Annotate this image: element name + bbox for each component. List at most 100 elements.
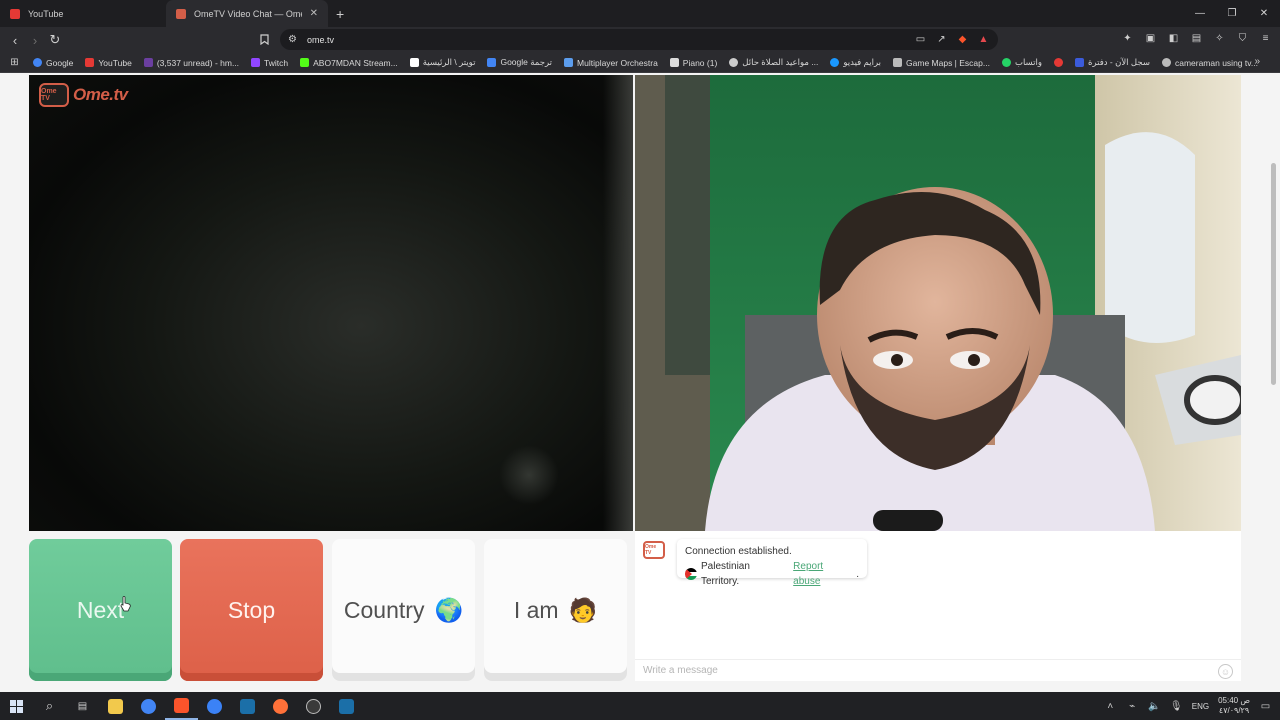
bookmark-mail[interactable]: (3,537 unread) - hm...: [138, 58, 245, 68]
share-icon[interactable]: ↗: [935, 33, 948, 46]
bookmark-orchestra[interactable]: Multiplayer Orchestra: [558, 58, 664, 68]
bookmark-red[interactable]: [1048, 58, 1069, 67]
stranger-video: Ome TV Ome.tv: [29, 75, 633, 531]
country-button[interactable]: Country 🌍: [332, 539, 475, 681]
page-scrollbar[interactable]: [1271, 163, 1276, 385]
clock[interactable]: 05:40 ص ٤٧/٠٩/٢٩: [1218, 696, 1250, 716]
bookmark-label: Google: [46, 57, 74, 68]
window-controls: — ❐ ✕: [1184, 0, 1280, 27]
bookmark-gamemaps[interactable]: Game Maps | Escap...: [887, 58, 996, 68]
bookmark-label: ABO7MDAN Stream...: [313, 57, 398, 68]
chrome-button[interactable]: [132, 692, 165, 720]
bookmark-prayer[interactable]: مواعيد الصلاة حائل ...: [723, 57, 824, 68]
bookmark-youtube[interactable]: YouTube: [79, 58, 137, 68]
chat-panel: Ome TV Connection established. Palestini…: [635, 531, 1241, 681]
reload-icon[interactable]: ↻: [45, 30, 65, 50]
bookmark-whatsapp[interactable]: واتساب: [996, 57, 1048, 68]
bookmark-prime[interactable]: برايم فيديو: [824, 57, 887, 68]
ometv-wordmark: Ome.tv: [73, 85, 128, 104]
start-button[interactable]: [0, 692, 33, 720]
volume-icon[interactable]: 🔈: [1148, 700, 1161, 713]
bookmark-translate[interactable]: Google ترجمة: [481, 57, 558, 68]
brave-shield-icon[interactable]: ◆: [956, 33, 969, 46]
close-window-button[interactable]: ✕: [1248, 0, 1280, 27]
translate-icon: [487, 58, 497, 67]
firefox-button[interactable]: [264, 692, 297, 720]
system-message: Connection established. Palestinian Terr…: [677, 539, 867, 587]
clock-time: 05:40 ص: [1218, 696, 1250, 705]
address-bar[interactable]: ⚙ ome.tv ▭ ↗ ◆ ▲: [280, 29, 998, 50]
bookmark-piano[interactable]: Piano (1): [664, 58, 724, 68]
restore-button[interactable]: ❐: [1216, 0, 1248, 27]
message-input[interactable]: Write a message ☺: [635, 659, 1241, 681]
steam-2-button[interactable]: [330, 692, 363, 720]
bookmark-label: (3,537 unread) - hm...: [156, 57, 240, 68]
new-tab-button[interactable]: +: [336, 6, 344, 22]
bookmark-label: cameraman using tv...: [1174, 57, 1258, 68]
bookmark-kick[interactable]: ABO7MDAN Stream...: [294, 58, 404, 68]
leo-ai-icon[interactable]: ✧: [1213, 32, 1226, 45]
extension-icons: ✦ ▣ ◧ ▤ ✧ ⛉ ≡: [1121, 32, 1272, 45]
minimize-button[interactable]: —: [1184, 0, 1216, 27]
vpn-icon[interactable]: ⛉: [1236, 32, 1249, 45]
search-icon: ⌕: [45, 698, 54, 713]
video-light-spot: [499, 445, 559, 505]
extensions-icon[interactable]: ✦: [1121, 32, 1134, 45]
back-arrow-icon[interactable]: ‹: [5, 30, 25, 50]
network-icon[interactable]: ⌁: [1126, 700, 1139, 713]
tab-search-icon[interactable]: ▣: [1144, 32, 1157, 45]
chevron-up-icon[interactable]: ˄: [1104, 700, 1117, 713]
notifications-icon[interactable]: ▭: [1259, 700, 1272, 713]
search-button[interactable]: ⌕: [33, 692, 66, 720]
bookmark-label: سجل الآن - دفترة: [1087, 57, 1150, 67]
menu-icon[interactable]: ≡: [1259, 32, 1272, 45]
bookmark-label: Multiplayer Orchestra: [577, 57, 658, 68]
site-info-icon[interactable]: ⚙: [286, 33, 299, 46]
forward-arrow-icon[interactable]: ›: [25, 30, 45, 50]
url-text: ome.tv: [307, 34, 335, 45]
bookmark-twitch[interactable]: Twitch: [245, 58, 294, 68]
sidebar-icon[interactable]: ◧: [1167, 32, 1180, 45]
daftra-icon: [1074, 58, 1084, 67]
bookmark-cameraman[interactable]: cameraman using tv...: [1156, 58, 1264, 68]
bookmark-x[interactable]: تويتر \ الرئيسية: [404, 57, 482, 68]
globe-icon: 🌍: [434, 596, 464, 623]
stop-button[interactable]: Stop: [180, 539, 323, 681]
tab-title: OmeTV Video Chat — Omegl: [194, 8, 302, 19]
globe-icon: [729, 58, 739, 67]
bookmark-icon[interactable]: [258, 33, 271, 46]
bookmark-label: مواعيد الصلاة حائل ...: [742, 57, 819, 67]
brave-button[interactable]: [165, 692, 198, 720]
bookmark-daftra[interactable]: سجل الآن - دفترة: [1069, 57, 1156, 68]
app-blue-button[interactable]: [198, 692, 231, 720]
stop-label: Stop: [227, 596, 276, 623]
brave-icon: [174, 697, 189, 713]
file-explorer-button[interactable]: [99, 692, 132, 720]
language-indicator[interactable]: ENG: [1192, 702, 1209, 711]
apps-grid-icon[interactable]: ⊞: [8, 56, 21, 69]
browser-toolbar: ‹ › ↻ ⚙ ome.tv ▭ ↗ ◆ ▲ ✦ ▣ ◧ ▤ ✧ ⛉ ≡: [0, 27, 1280, 53]
gender-button[interactable]: I am 🧑: [484, 539, 627, 681]
task-view-button[interactable]: ▤: [66, 692, 99, 720]
more-bookmarks-button[interactable]: »: [1254, 56, 1260, 67]
microphone-icon[interactable]: 🎙: [1170, 700, 1183, 713]
bookmark-google[interactable]: Google: [27, 58, 79, 68]
obs-button[interactable]: [297, 692, 330, 720]
bookmark-label: Twitch: [264, 57, 289, 68]
chrome-icon: [141, 698, 156, 714]
report-abuse-link[interactable]: Report abuse: [793, 559, 852, 589]
close-tab-icon[interactable]: ✕: [310, 8, 318, 19]
brave-rewards-icon[interactable]: ▲: [977, 33, 990, 46]
cast-icon[interactable]: ▭: [914, 33, 927, 46]
wallet-icon[interactable]: ▤: [1190, 32, 1203, 45]
next-button[interactable]: Next: [29, 539, 172, 681]
gamepad-icon: [893, 58, 903, 67]
ometv-logo[interactable]: Ome TV Ome.tv: [39, 83, 128, 107]
folder-icon: [108, 698, 123, 714]
steam-button[interactable]: [231, 692, 264, 720]
tab-youtube[interactable]: YouTube: [0, 0, 166, 27]
palestine-flag-icon: [685, 568, 697, 580]
youtube-icon: [85, 58, 95, 67]
emoji-button[interactable]: ☺: [1218, 664, 1233, 679]
tab-ometv[interactable]: OmeTV Video Chat — Omegl ✕: [166, 0, 328, 27]
